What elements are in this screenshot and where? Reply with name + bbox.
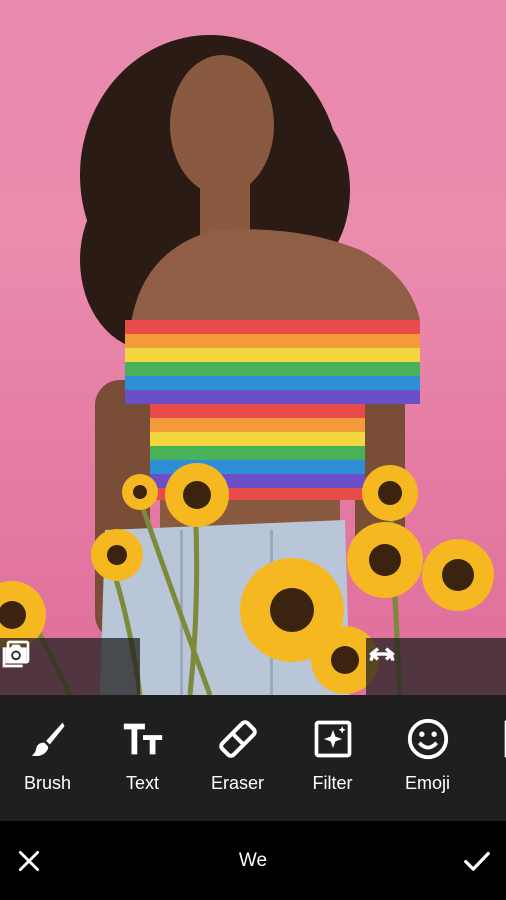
tool-text-label: Text: [125, 773, 159, 793]
overlay-left-controls: [0, 638, 140, 695]
tool-eraser[interactable]: Eraser: [190, 695, 285, 821]
tool-bar: Brush Text Eraser Filter Emoji: [0, 695, 506, 821]
tool-text[interactable]: Text: [95, 695, 190, 821]
brush-icon: [31, 722, 64, 757]
tool-list: Brush Text Eraser Filter Emoji: [0, 695, 506, 821]
tool-filter[interactable]: Filter: [285, 695, 380, 821]
camera-button[interactable]: [5, 644, 125, 687]
tool-brush-label: Brush: [23, 773, 72, 793]
overlay-right-controls: [366, 638, 506, 695]
emoji-icon: [407, 718, 448, 760]
check-icon: [464, 851, 490, 871]
tool-filter-label: Filter: [312, 773, 353, 793]
photo-canvas[interactable]: [0, 0, 506, 695]
camera-icon: [5, 644, 27, 664]
editor-title: We: [238, 849, 268, 871]
tool-sticker[interactable]: St: [475, 695, 506, 821]
close-button[interactable]: [0, 832, 58, 890]
tool-emoji-label: Emoji: [404, 773, 450, 793]
eraser-icon: [218, 720, 257, 758]
tool-emoji[interactable]: Emoji: [380, 695, 475, 821]
sticker-icon: [504, 720, 506, 758]
tool-brush[interactable]: Brush: [0, 695, 95, 821]
text-icon: [123, 723, 162, 755]
photo-image: [0, 35, 494, 695]
close-icon: [18, 850, 40, 871]
filter-icon: [314, 720, 351, 758]
redo-button[interactable]: [369, 647, 491, 687]
action-bar: We: [0, 821, 506, 900]
tool-eraser-label: Eraser: [210, 773, 264, 793]
confirm-button[interactable]: [448, 832, 506, 890]
redo-icon: [369, 647, 395, 661]
